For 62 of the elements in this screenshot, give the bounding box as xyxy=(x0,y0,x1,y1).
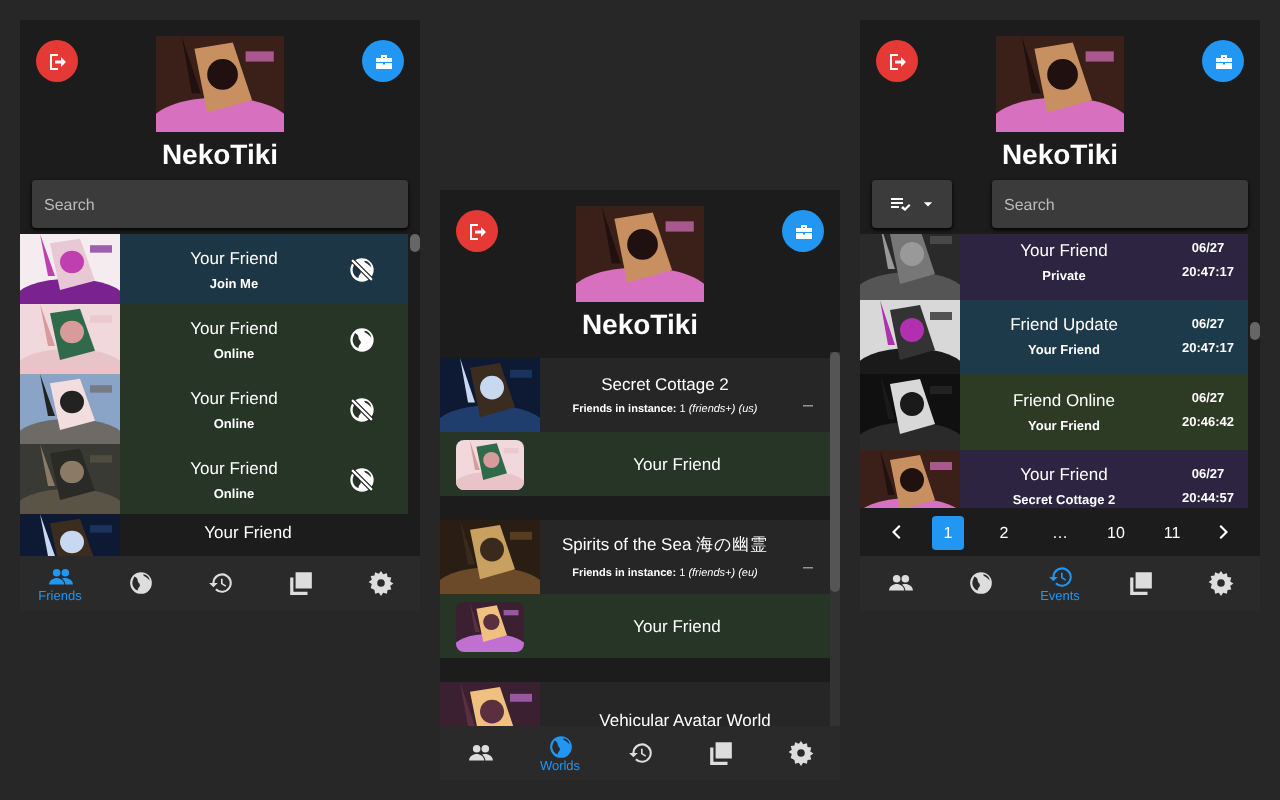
friend-name: Your Friend xyxy=(631,454,723,474)
page-button[interactable]: … xyxy=(1044,515,1076,549)
event-title: Friend Online xyxy=(1012,389,1116,410)
checklist-icon xyxy=(887,192,911,216)
user-name: NekoTiki xyxy=(161,136,279,172)
toolbox-button[interactable] xyxy=(362,40,404,82)
logout-button[interactable] xyxy=(456,210,498,252)
filter-button[interactable] xyxy=(872,180,952,228)
page-button[interactable]: 2 xyxy=(988,515,1020,549)
world-name: Secret Cottage 2 xyxy=(601,374,729,394)
world-name: Spirits of the Sea 海の幽霊 xyxy=(561,534,769,558)
globe-icon xyxy=(127,570,153,596)
history-icon xyxy=(627,740,653,766)
friend-name: Your Friend xyxy=(190,457,278,477)
history-icon xyxy=(207,570,233,596)
page-button[interactable]: 10 xyxy=(1100,515,1132,549)
friend-name: Your Friend xyxy=(190,247,278,267)
world-header[interactable]: Vehicular Avatar World xyxy=(440,682,830,726)
settings-icon xyxy=(367,570,393,596)
toolbox-button[interactable] xyxy=(782,210,824,252)
crossed-globe-icon xyxy=(348,255,376,283)
scrollbar-thumb[interactable] xyxy=(830,352,840,592)
page-button[interactable]: 11 xyxy=(1156,515,1188,549)
toolbox-icon xyxy=(791,219,815,243)
toolbox-icon xyxy=(371,49,395,73)
world-name: Vehicular Avatar World xyxy=(599,709,771,726)
globe-icon xyxy=(967,570,993,596)
gallery-icon xyxy=(287,570,313,596)
people-icon xyxy=(47,563,73,589)
user-name: NekoTiki xyxy=(1001,136,1119,172)
friend-name: Your Friend xyxy=(190,317,278,337)
friend-name: Your Friend xyxy=(190,387,278,407)
friend-row[interactable]: Your Friend xyxy=(440,594,830,658)
logout-button[interactable] xyxy=(36,40,78,82)
scrollbar-thumb[interactable] xyxy=(409,234,419,252)
logout-button[interactable] xyxy=(876,40,918,82)
gallery-icon xyxy=(707,740,733,766)
search-field[interactable]: Search xyxy=(32,180,408,228)
friend-row[interactable]: Your Friend xyxy=(440,432,830,496)
logout-icon xyxy=(45,49,69,73)
user-name: NekoTiki xyxy=(581,306,699,342)
event-title: Your Friend xyxy=(1020,464,1108,485)
people-icon xyxy=(467,740,493,766)
logout-icon xyxy=(465,219,489,243)
logout-icon xyxy=(885,49,909,73)
settings-icon xyxy=(787,740,813,766)
toolbox-icon xyxy=(1211,49,1235,73)
globe-icon xyxy=(348,325,376,353)
friend-name: Your Friend xyxy=(204,522,292,542)
settings-icon xyxy=(1207,570,1233,596)
event-title: Friend Update xyxy=(1010,314,1118,335)
friend-name: Your Friend xyxy=(631,616,723,636)
globe-icon xyxy=(547,733,573,759)
crossed-globe-icon xyxy=(348,395,376,423)
crossed-globe-icon xyxy=(348,465,376,493)
event-title: Your Friend xyxy=(1020,239,1108,260)
search-field[interactable]: Search xyxy=(992,180,1248,228)
people-icon xyxy=(887,570,913,596)
history-icon xyxy=(1047,563,1073,589)
gallery-icon xyxy=(1127,570,1153,596)
toolbox-button[interactable] xyxy=(1202,40,1244,82)
scrollbar-thumb[interactable] xyxy=(1249,322,1259,340)
